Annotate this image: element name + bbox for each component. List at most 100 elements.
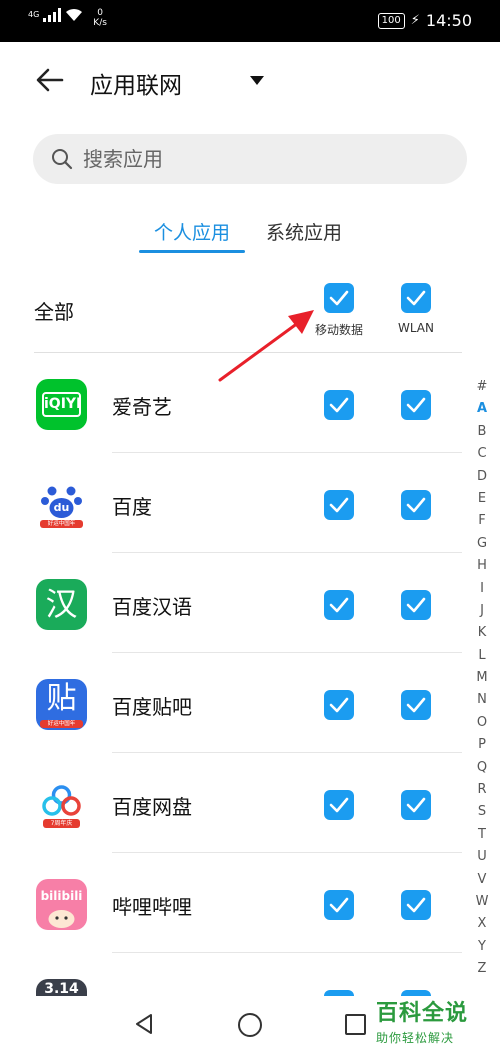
index-letter[interactable]: J xyxy=(472,600,492,622)
tieba-logo-text: 贴 xyxy=(46,681,77,716)
search-icon xyxy=(52,149,73,170)
app-name: 爱奇艺 xyxy=(112,395,172,419)
wlan-checkbox[interactable] xyxy=(401,590,431,620)
index-letter[interactable]: D xyxy=(472,466,492,488)
check-icon xyxy=(329,290,349,306)
index-letter[interactable]: # xyxy=(472,376,492,398)
index-letter[interactable]: O xyxy=(472,712,492,734)
check-icon xyxy=(329,897,349,913)
all-label: 全部 xyxy=(34,300,74,324)
check-icon xyxy=(406,497,426,513)
wlan-column: WLAN xyxy=(376,283,456,335)
search-input[interactable] xyxy=(83,134,443,184)
network-speed: 0 K/s xyxy=(93,8,107,28)
status-right: 100 ⚡ 14:50 xyxy=(377,11,472,30)
speed-value: 0 xyxy=(97,8,103,18)
app-name: 百度汉语 xyxy=(112,595,192,619)
check-icon xyxy=(406,397,426,413)
mobile-data-checkbox[interactable] xyxy=(324,790,354,820)
tab-bar: 个人应用 系统应用 xyxy=(0,212,500,256)
index-letter[interactable]: Z xyxy=(472,958,492,980)
app-name: 百度网盘 xyxy=(112,795,192,819)
hanyu-logo-text: 汉 xyxy=(45,585,78,623)
mobile-data-checkbox[interactable] xyxy=(324,890,354,920)
mobile-data-checkbox[interactable] xyxy=(324,390,354,420)
wlan-checkbox[interactable] xyxy=(401,690,431,720)
index-letter[interactable]: M xyxy=(472,667,492,689)
watermark-subtitle: 助你轻松解决 xyxy=(376,1031,455,1045)
app-row-baidu-hanyu[interactable]: 汉 百度汉语 xyxy=(0,553,470,653)
page-title: 应用联网 xyxy=(90,73,182,99)
index-letter[interactable]: G xyxy=(472,533,492,555)
index-letter[interactable]: W xyxy=(472,891,492,913)
app-row-partial[interactable]: 3.14 xyxy=(0,953,470,996)
app-row-baidu-tieba[interactable]: 贴 好运中国年 百度贴吧 xyxy=(0,653,470,753)
app-row-baidu[interactable]: du 好运中国年 百度 xyxy=(0,453,470,553)
mobile-data-checkbox[interactable] xyxy=(324,690,354,720)
index-letter[interactable]: R xyxy=(472,779,492,801)
tab-active-indicator xyxy=(139,250,245,253)
index-letter[interactable]: P xyxy=(472,734,492,756)
annotation-arrow-icon xyxy=(218,310,314,382)
index-letter[interactable]: S xyxy=(472,801,492,823)
back-arrow-icon[interactable] xyxy=(34,64,66,96)
tab-system-apps[interactable]: 系统应用 xyxy=(266,218,342,245)
index-letter[interactable]: L xyxy=(472,645,492,667)
app-row-bilibili[interactable]: bilibili 哔哩哔哩 xyxy=(0,853,470,953)
wlan-checkbox[interactable] xyxy=(401,490,431,520)
iqiyi-icon: iQIYI xyxy=(36,379,87,430)
watermark-title: 百科全说 xyxy=(376,1001,469,1026)
index-letter[interactable]: N xyxy=(472,689,492,711)
index-letter[interactable]: I xyxy=(472,578,492,600)
mobile-data-checkbox[interactable] xyxy=(324,590,354,620)
tieba-banner-text: 好运中国年 xyxy=(40,720,83,728)
index-letter[interactable]: Y xyxy=(472,936,492,958)
search-bar[interactable] xyxy=(33,134,467,184)
netdisk-banner-text: 7周年庆 xyxy=(50,820,73,827)
status-bar: 4G 0 K/s 100 ⚡ 14:50 xyxy=(0,0,500,42)
nav-recents-icon[interactable] xyxy=(345,1014,366,1035)
index-letter[interactable]: F xyxy=(472,510,492,532)
bilibili-mascot-icon xyxy=(48,910,75,928)
check-icon xyxy=(329,497,349,513)
index-letter[interactable]: B xyxy=(472,421,492,443)
index-letter[interactable]: H xyxy=(472,555,492,577)
index-letter[interactable]: K xyxy=(472,622,492,644)
nav-home-icon[interactable] xyxy=(238,1013,262,1037)
network-type: 4G xyxy=(28,10,40,19)
check-icon xyxy=(329,697,349,713)
app-name: 百度 xyxy=(112,495,152,519)
check-icon xyxy=(406,797,426,813)
wlan-checkbox[interactable] xyxy=(401,390,431,420)
app-name: 哔哩哔哩 xyxy=(112,895,192,919)
check-icon xyxy=(406,290,426,306)
index-letter[interactable]: V xyxy=(472,869,492,891)
baidu-banner-text: 好运中国年 xyxy=(47,521,76,527)
check-icon xyxy=(329,397,349,413)
index-letter[interactable]: E xyxy=(472,488,492,510)
wlan-checkbox[interactable] xyxy=(401,790,431,820)
index-letter[interactable]: A xyxy=(472,398,492,420)
baidu-icon: du 好运中国年 xyxy=(36,479,87,530)
app-row-baidu-netdisk[interactable]: 7周年庆 百度网盘 xyxy=(0,753,470,853)
mobile-data-checkbox[interactable] xyxy=(324,490,354,520)
index-letter[interactable]: C xyxy=(472,443,492,465)
index-letter[interactable]: Q xyxy=(472,757,492,779)
iqiyi-logo-text: iQIYI xyxy=(42,392,81,417)
check-icon xyxy=(329,597,349,613)
index-letter[interactable]: X xyxy=(472,913,492,935)
wlan-label: WLAN xyxy=(397,321,434,335)
index-letter[interactable]: U xyxy=(472,846,492,868)
all-wlan-checkbox[interactable] xyxy=(401,283,431,313)
check-icon xyxy=(329,797,349,813)
dropdown-caret-icon[interactable] xyxy=(250,76,264,85)
index-letter[interactable]: T xyxy=(472,824,492,846)
baidu-hanyu-icon: 汉 xyxy=(36,579,87,630)
partial-app-icon: 3.14 xyxy=(36,979,87,996)
wlan-checkbox[interactable] xyxy=(401,890,431,920)
app-header: 应用联网 xyxy=(0,42,500,122)
tab-personal-apps[interactable]: 个人应用 xyxy=(139,218,245,245)
nav-back-icon[interactable] xyxy=(132,1012,156,1036)
alphabet-index[interactable]: # A B C D E F G H I J K L M N O P Q R S T U V W X Y Z xyxy=(472,376,492,981)
baidu-logo-text: du xyxy=(53,501,70,514)
